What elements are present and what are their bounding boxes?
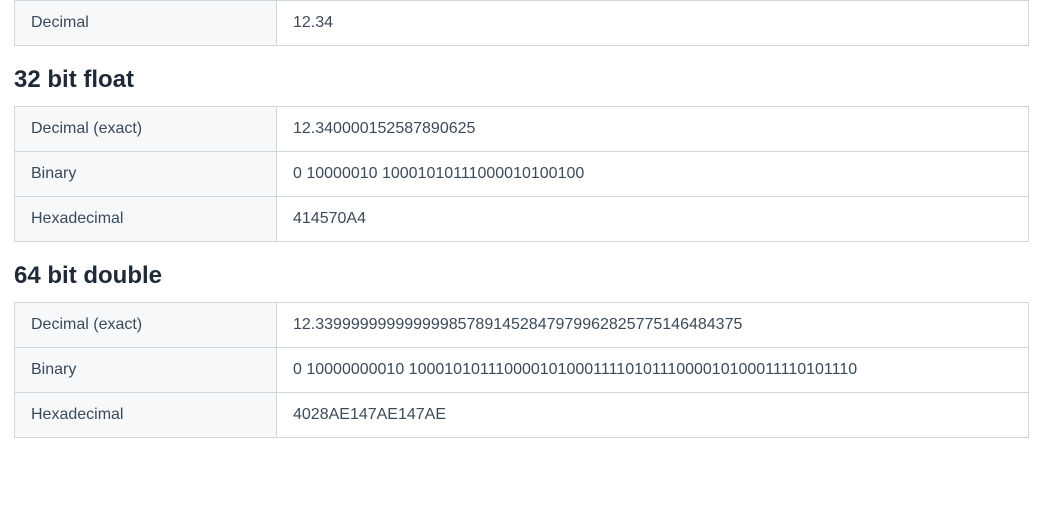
row-value: 0 10000000010 10001010111000010100011110… xyxy=(277,348,1029,393)
row-label: Decimal xyxy=(15,1,277,46)
table-row: Decimal (exact) 12.339999999999999857891… xyxy=(15,303,1029,348)
input-table: Decimal 12.34 xyxy=(14,0,1029,46)
table-row: Binary 0 10000000010 1000101011100001010… xyxy=(15,348,1029,393)
row-value: 414570A4 xyxy=(277,197,1029,242)
section-heading-float32: 32 bit float xyxy=(14,66,1029,94)
float32-table: Decimal (exact) 12.340000152587890625 Bi… xyxy=(14,106,1029,242)
row-label: Binary xyxy=(15,348,277,393)
row-value: 12.3399999999999998578914528479799628257… xyxy=(277,303,1029,348)
row-value: 12.34 xyxy=(277,1,1029,46)
row-label: Decimal (exact) xyxy=(15,107,277,152)
table-row: Binary 0 10000010 1000101011100001010010… xyxy=(15,152,1029,197)
table-row: Decimal (exact) 12.340000152587890625 xyxy=(15,107,1029,152)
row-value: 12.340000152587890625 xyxy=(277,107,1029,152)
row-label: Binary xyxy=(15,152,277,197)
section-heading-double64: 64 bit double xyxy=(14,262,1029,290)
table-row: Decimal 12.34 xyxy=(15,1,1029,46)
row-label: Hexadecimal xyxy=(15,197,277,242)
row-label: Decimal (exact) xyxy=(15,303,277,348)
row-label: Hexadecimal xyxy=(15,393,277,438)
table-row: Hexadecimal 4028AE147AE147AE xyxy=(15,393,1029,438)
row-value: 4028AE147AE147AE xyxy=(277,393,1029,438)
row-value: 0 10000010 10001010111000010100100 xyxy=(277,152,1029,197)
table-row: Hexadecimal 414570A4 xyxy=(15,197,1029,242)
double64-table: Decimal (exact) 12.339999999999999857891… xyxy=(14,302,1029,438)
